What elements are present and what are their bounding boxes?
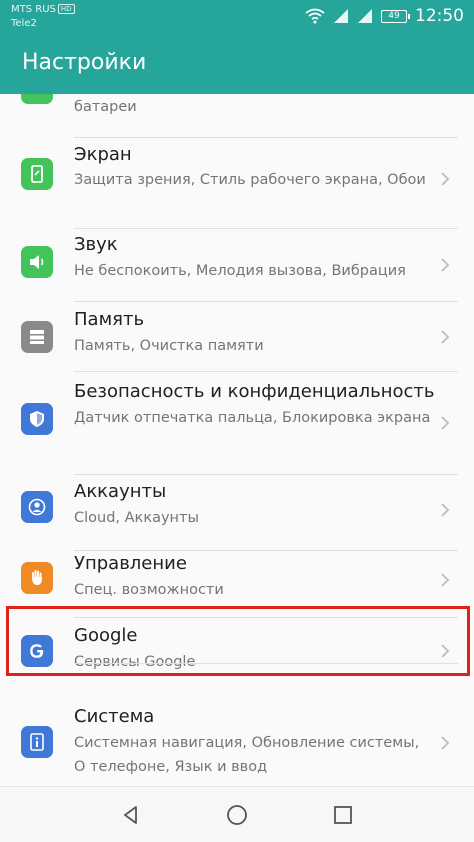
chevron-right-icon <box>441 503 450 517</box>
wifi-icon <box>305 8 325 24</box>
settings-item-title: Аккаунты <box>74 481 167 502</box>
settings-item-subtitle: Системная навигация, Обновление системы,… <box>74 735 420 775</box>
account-icon <box>21 491 53 523</box>
settings-item-security[interactable]: Безопасность и конфиденциальность Датчик… <box>0 372 474 474</box>
settings-item-title: Управление <box>74 553 187 574</box>
chevron-right-icon <box>441 330 450 344</box>
back-button[interactable] <box>119 803 143 827</box>
home-icon <box>227 805 247 825</box>
chevron-right-icon <box>441 736 450 750</box>
battery-icon <box>21 94 53 104</box>
speaker-icon <box>21 246 53 278</box>
chevron-right-icon <box>441 172 450 186</box>
status-bar: MTS RUS HD Tele2 49 12:50 <box>0 0 474 36</box>
settings-item-subtitle: Cloud, Аккаунты <box>74 510 199 526</box>
signal-icon <box>334 9 348 23</box>
carrier-secondary: Tele2 <box>11 18 37 29</box>
settings-list[interactable]: батареи Экран Защита зрения, Стиль рабоч… <box>0 94 474 786</box>
status-icons: 49 12:50 <box>305 6 464 26</box>
settings-item-display[interactable]: Экран Защита зрения, Стиль рабочего экра… <box>0 138 474 218</box>
display-icon <box>21 158 53 190</box>
settings-item-title: Безопасность и конфиденциальность <box>74 381 435 402</box>
settings-item-sound[interactable]: Звук Не беспокоить, Мелодия вызова, Вибр… <box>0 229 474 301</box>
carrier-primary: MTS RUS HD <box>11 4 75 15</box>
settings-item-subtitle: Память, Очистка памяти <box>74 338 264 354</box>
navigation-bar <box>0 786 474 842</box>
highlight-box <box>6 606 470 676</box>
hand-icon <box>21 562 53 594</box>
settings-item-title: Звук <box>74 234 118 255</box>
settings-item-accounts[interactable]: Аккаунты Cloud, Аккаунты <box>0 475 474 549</box>
signal-icon <box>358 9 372 23</box>
carrier-primary-label: MTS RUS <box>11 4 56 15</box>
hd-badge: HD <box>57 4 75 14</box>
settings-item-subtitle: Не беспокоить, Мелодия вызова, Вибрация <box>74 263 406 279</box>
app-bar: MTS RUS HD Tele2 49 12:50 Настройки <box>0 0 474 94</box>
back-icon <box>124 806 137 824</box>
settings-item-title: Экран <box>74 144 132 165</box>
chevron-right-icon <box>441 258 450 272</box>
settings-item-title: Память <box>74 309 145 330</box>
clock: 12:50 <box>415 6 464 26</box>
chevron-right-icon <box>441 416 450 430</box>
storage-icon <box>21 321 53 353</box>
recents-button[interactable] <box>331 803 355 827</box>
info-icon <box>21 726 53 758</box>
settings-item-system[interactable]: Система Системная навигация, Обновление … <box>0 700 474 786</box>
battery-icon: 49 <box>381 9 410 23</box>
chevron-right-icon <box>441 573 450 587</box>
recents-icon <box>334 806 352 824</box>
settings-item-subtitle: Датчик отпечатка пальца, Блокировка экра… <box>74 410 431 426</box>
shield-icon <box>21 403 53 435</box>
settings-item-title: Система <box>74 706 155 727</box>
settings-item-subtitle: Спец. возможности <box>74 582 224 598</box>
settings-item-subtitle: Защита зрения, Стиль рабочего экрана, Об… <box>74 172 426 188</box>
settings-item-storage[interactable]: Память Память, Очистка памяти <box>0 302 474 370</box>
home-button[interactable] <box>225 803 249 827</box>
page-title: Настройки <box>22 50 147 75</box>
settings-item-subtitle: батареи <box>74 99 137 115</box>
